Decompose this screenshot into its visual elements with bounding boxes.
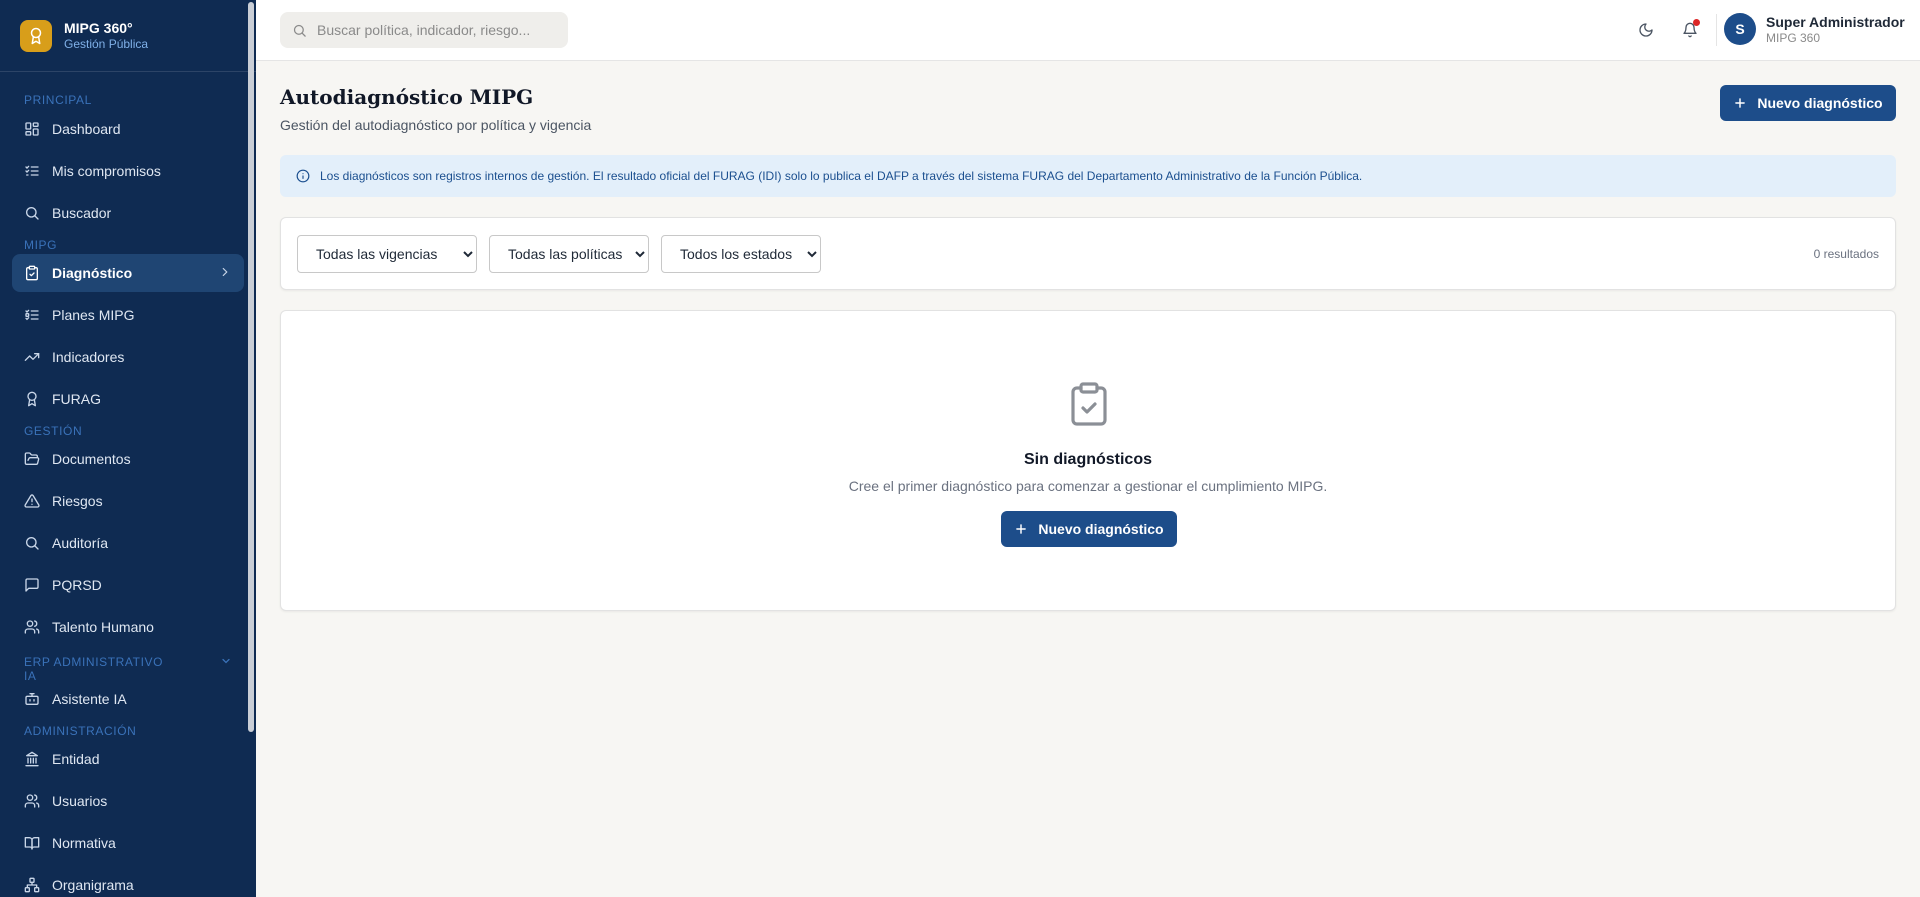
sidebar-item-pqrsd[interactable]: PQRSD — [12, 566, 244, 604]
award-icon — [27, 391, 37, 407]
topbar-divider — [1716, 14, 1717, 46]
section-erp-label: ERP ADMINISTRATIVO IA — [24, 655, 164, 683]
sidebar-item-label: Organigrama — [52, 877, 134, 893]
section-erp[interactable]: ERP ADMINISTRATIVO IA — [12, 652, 244, 683]
sidebar-nav: PRINCIPAL Dashboard Mis compromisos Busc… — [0, 72, 256, 897]
landmark-icon — [25, 751, 39, 767]
politica-select[interactable]: Todas las políticas — [489, 235, 649, 273]
info-icon — [296, 169, 310, 183]
section-principal: PRINCIPAL — [24, 93, 92, 107]
sidebar-item-asistente[interactable]: Asistente IA — [12, 680, 244, 718]
alert-triangle-icon — [24, 494, 40, 508]
dashboard-icon — [25, 122, 39, 136]
empty-state-description: Cree el primer diagnóstico para comenzar… — [848, 478, 1328, 494]
search-icon — [26, 537, 39, 550]
sidebar-item-label: Mis compromisos — [52, 163, 161, 179]
sidebar-item-riesgos[interactable]: Riesgos — [12, 482, 244, 520]
plus-icon — [1016, 524, 1027, 534]
sidebar-item-organigrama[interactable]: Organigrama — [12, 866, 244, 897]
user-name: Super Administrador — [1766, 13, 1905, 30]
sidebar-item-label: Asistente IA — [52, 691, 127, 707]
trending-up-icon — [24, 353, 40, 361]
users-icon — [24, 620, 40, 634]
bot-icon — [25, 693, 39, 705]
sidebar-item-compromisos[interactable]: Mis compromisos — [12, 152, 244, 190]
sidebar-item-documentos[interactable]: Documentos — [12, 440, 244, 478]
sidebar-item-usuarios[interactable]: Usuarios — [12, 782, 244, 820]
moon-icon — [1639, 23, 1653, 37]
award-logo-icon — [20, 19, 52, 52]
sidebar-item-label: Normativa — [52, 835, 116, 851]
book-open-icon — [24, 837, 40, 850]
topbar: S Super Administrador MIPG 360 — [256, 0, 1920, 61]
search-box[interactable] — [280, 12, 568, 48]
info-alert-text: Los diagnósticos son registros internos … — [320, 169, 1363, 183]
sidebar-item-furag[interactable]: FURAG — [12, 380, 244, 418]
section-gestion: GESTIÓN — [24, 424, 83, 438]
sidebar-item-label: Buscador — [52, 205, 112, 221]
sidebar-item-diagnostico[interactable]: Diagnóstico — [12, 254, 244, 292]
plus-icon — [1735, 98, 1746, 108]
sidebar-item-normativa[interactable]: Normativa — [12, 824, 244, 862]
sidebar-item-label: Indicadores — [52, 349, 125, 365]
sidebar-item-label: Talento Humano — [52, 619, 154, 635]
sidebar-item-label: Planes MIPG — [52, 307, 135, 323]
brand[interactable]: MIPG 360° Gestión Pública — [0, 0, 256, 72]
sidebar-item-label: Auditoría — [52, 535, 109, 551]
sidebar-item-label: Usuarios — [52, 793, 108, 809]
sidebar-item-buscador[interactable]: Buscador — [12, 194, 244, 232]
sidebar-item-label: PQRSD — [52, 577, 102, 593]
sidebar-item-label: Riesgos — [52, 493, 103, 509]
estado-select[interactable]: Todos los estados — [661, 235, 821, 273]
vigencia-select[interactable]: Todas las vigencias — [297, 235, 477, 273]
new-diagnostic-label: Nuevo diagnóstico — [1757, 95, 1883, 111]
sidebar-item-label: Dashboard — [52, 121, 121, 137]
avatar: S — [1724, 13, 1756, 45]
sidebar-item-planes[interactable]: Planes MIPG — [12, 296, 244, 334]
empty-new-diagnostic-button[interactable]: Nuevo diagnóstico — [1001, 511, 1177, 547]
users-icon — [24, 794, 40, 808]
chevron-right-icon — [222, 267, 228, 277]
sidebar-item-dashboard[interactable]: Dashboard — [12, 110, 244, 148]
section-admin: ADMINISTRACIÓN — [24, 724, 137, 738]
user-menu[interactable]: S Super Administrador MIPG 360 — [1724, 13, 1905, 45]
empty-new-diagnostic-label: Nuevo diagnóstico — [1038, 521, 1164, 537]
brand-name: MIPG 360° — [64, 19, 133, 36]
sidebar-item-indicadores[interactable]: Indicadores — [12, 338, 244, 376]
list-todo-icon — [25, 309, 39, 321]
clipboard-check-icon — [26, 265, 38, 281]
sidebar-item-entidad[interactable]: Entidad — [12, 740, 244, 778]
chevron-down-icon — [222, 658, 230, 664]
sidebar-item-talento[interactable]: Talento Humano — [12, 608, 244, 646]
sidebar-item-auditoria[interactable]: Auditoría — [12, 524, 244, 562]
network-icon — [24, 877, 40, 893]
search-input[interactable] — [317, 22, 557, 38]
user-role: MIPG 360 — [1766, 30, 1821, 45]
sidebar-item-label: Diagnóstico — [52, 265, 133, 281]
notifications-button[interactable] — [1680, 19, 1700, 40]
page-title: Autodiagnóstico MIPG — [280, 85, 534, 109]
sidebar-item-label: FURAG — [52, 391, 101, 407]
sidebar-scrollbar[interactable] — [248, 2, 254, 732]
section-mipg: MIPG — [24, 238, 58, 252]
search-icon — [26, 207, 39, 220]
notification-dot — [1693, 19, 1700, 26]
sidebar: MIPG 360° Gestión Pública PRINCIPAL Dash… — [0, 0, 256, 897]
search-icon — [293, 24, 306, 37]
filters-card: Todas las vigencias Todas las políticas … — [280, 217, 1896, 290]
results-count: 0 resultados — [1813, 247, 1879, 261]
new-diagnostic-button[interactable]: Nuevo diagnóstico — [1720, 85, 1896, 121]
page-subtitle: Gestión del autodiagnóstico por política… — [280, 117, 592, 133]
empty-state-title: Sin diagnósticos — [1023, 451, 1152, 468]
theme-toggle-button[interactable] — [1636, 20, 1656, 40]
list-checks-icon — [25, 165, 39, 176]
info-alert: Los diagnósticos son registros internos … — [280, 155, 1896, 197]
folder-open-icon — [24, 452, 40, 465]
message-square-icon — [25, 578, 39, 592]
sidebar-item-label: Entidad — [52, 751, 100, 767]
brand-subtitle: Gestión Pública — [64, 36, 149, 51]
sidebar-item-label: Documentos — [52, 451, 131, 467]
clipboard-check-icon — [1071, 382, 1107, 426]
empty-state-card: Sin diagnósticos Cree el primer diagnóst… — [280, 310, 1896, 611]
